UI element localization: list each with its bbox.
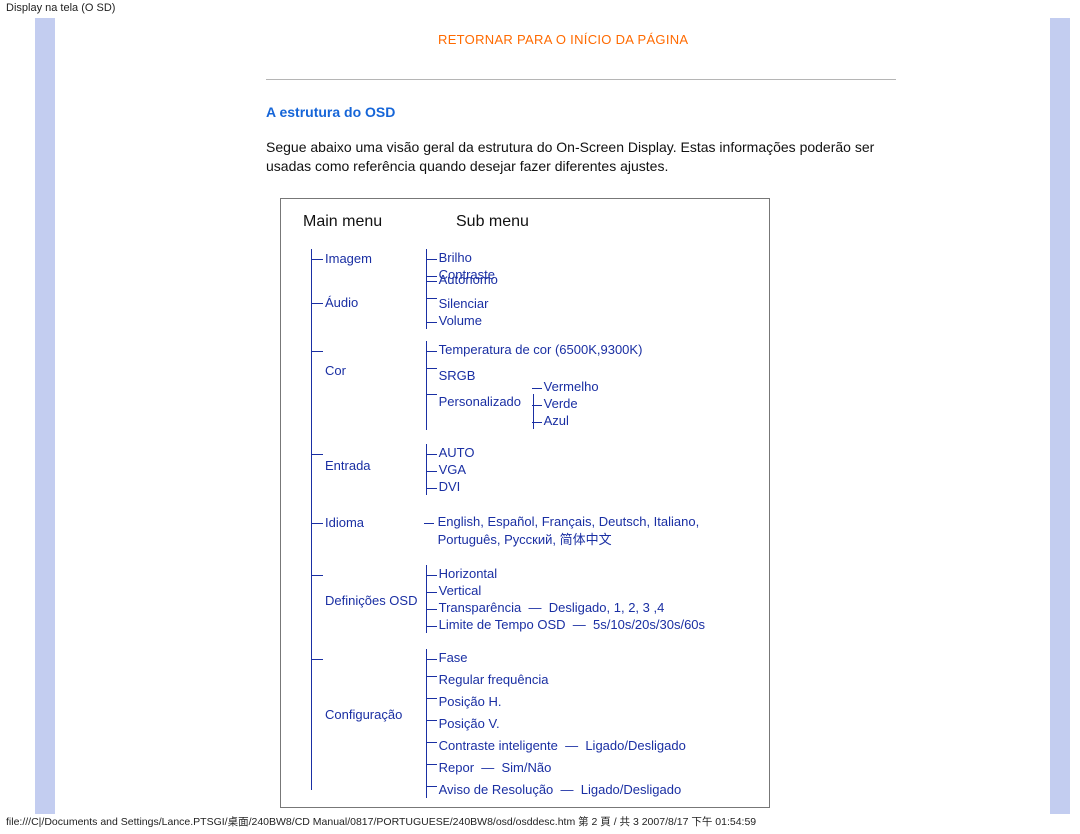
tree-item-label: Personalizado (439, 394, 521, 409)
tree-main-audio: Áudio (325, 293, 420, 310)
tree-item: Regular frequência (439, 666, 686, 688)
tree-item: Vermelho (544, 378, 599, 395)
tree-item: Aviso de Resolução — Ligado/Desligado (439, 776, 686, 798)
tree-item: AUTO (439, 444, 475, 461)
tree-item: Contraste inteligente — Ligado/Desligado (439, 732, 686, 754)
tree-item: Vertical (439, 582, 705, 599)
content-area: RETORNAR PARA O INÍCIO DA PÁGINA A estru… (266, 18, 946, 808)
tree-item: Horizontal (439, 565, 705, 582)
tree-item: Temperatura de cor (6500K,9300K) (439, 341, 643, 358)
tree-main-idioma: Idioma (325, 513, 420, 530)
tree-item: Silenciar (439, 288, 498, 312)
top-link[interactable]: RETORNAR PARA O INÍCIO DA PÁGINA (266, 18, 946, 47)
osd-tree: Imagem Brilho Contraste Áudio Autónomo S… (303, 249, 757, 798)
tree-item: Fase (439, 649, 686, 666)
tree-item: Verde (544, 395, 599, 412)
tree-item: Brilho (439, 249, 495, 266)
tree-item: Personalizado Vermelho Verde Azul (439, 384, 643, 430)
tree-main-definicoes: Definições OSD (325, 565, 420, 608)
divider (266, 79, 896, 80)
tree-main-configuracao: Configuração (325, 649, 420, 722)
page-title-small: Display na tela (O SD) (6, 2, 115, 14)
tree-item: SRGB (439, 358, 643, 384)
tree-item: VGA (439, 461, 475, 478)
section-title: A estrutura do OSD (266, 104, 946, 120)
tree-item: Azul (544, 412, 599, 429)
right-margin-bar (1050, 18, 1070, 814)
tree-item: Transparência — Desligado, 1, 2, 3 ,4 (439, 599, 705, 616)
left-margin-bar (35, 18, 55, 814)
tree-main-entrada: Entrada (325, 444, 420, 473)
tree-main-cor: Cor (325, 341, 420, 378)
column-header-sub: Sub menu (456, 213, 529, 231)
tree-item: Repor — Sim/Não (439, 754, 686, 776)
tree-item: Posição H. (439, 688, 686, 710)
column-header-main: Main menu (303, 213, 398, 231)
tree-item: DVI (439, 478, 475, 495)
tree-item: Autónomo (439, 271, 498, 288)
footer-path: file:///C|/Documents and Settings/Lance.… (6, 814, 756, 829)
body-text: Segue abaixo uma visão geral da estrutur… (266, 138, 906, 176)
tree-item: Posição V. (439, 710, 686, 732)
tree-item: Limite de Tempo OSD — 5s/10s/20s/30s/60s (439, 616, 705, 633)
osd-tree-diagram: Main menu Sub menu Imagem Brilho Contras… (280, 198, 770, 808)
tree-item: Volume (439, 312, 498, 329)
tree-main-imagem: Imagem (325, 249, 420, 266)
tree-item: English, Español, Français, Deutsch, Ita… (438, 514, 700, 547)
